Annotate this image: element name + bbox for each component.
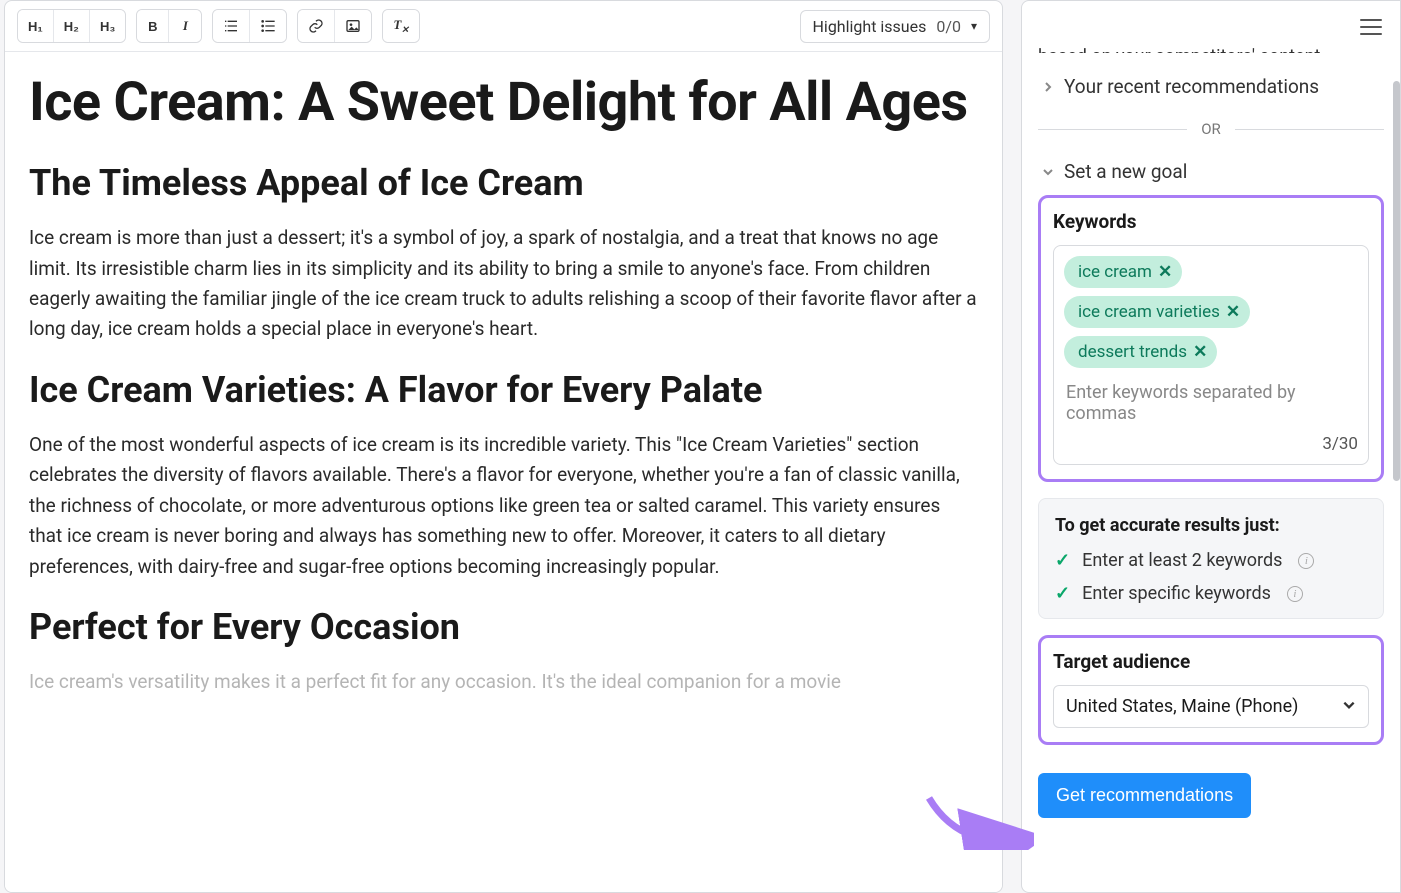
style-group: B I <box>136 9 202 43</box>
clear-format-icon: T✕ <box>393 17 409 36</box>
article-title: Ice Cream: A Sweet Delight for All Ages <box>29 72 978 134</box>
info-icon[interactable]: i <box>1298 553 1314 569</box>
article-p3: Ice cream's versatility makes it a perfe… <box>29 667 978 697</box>
recent-recs-label: Your recent recommendations <box>1064 75 1319 98</box>
editor-content[interactable]: Ice Cream: A Sweet Delight for All Ages … <box>5 52 1002 892</box>
italic-button[interactable]: I <box>169 10 201 42</box>
or-separator: OR <box>1038 120 1384 138</box>
list-group <box>212 9 287 43</box>
keywords-input-box[interactable]: ice cream✕ ice cream varieties✕ dessert … <box>1053 245 1369 465</box>
keywords-counter: 3/30 <box>1064 434 1358 454</box>
clear-group: T✕ <box>382 9 420 43</box>
highlight-count: 0/0 <box>936 17 961 36</box>
chevron-down-icon <box>1342 696 1356 717</box>
get-recommendations-button[interactable]: Get recommendations <box>1038 773 1251 818</box>
audience-title: Target audience <box>1053 650 1369 673</box>
tip-row: ✓ Enter at least 2 keywords i <box>1055 550 1367 571</box>
chip-remove-icon[interactable]: ✕ <box>1226 302 1240 322</box>
keywords-section: Keywords ice cream✕ ice cream varieties✕… <box>1038 195 1384 482</box>
new-goal-label: Set a new goal <box>1064 160 1187 183</box>
chevron-down-icon <box>1042 166 1054 178</box>
h3-button[interactable]: H₃ <box>90 10 125 42</box>
clipped-text: based on your competitors' content. <box>1038 45 1384 53</box>
chip-remove-icon[interactable]: ✕ <box>1158 262 1172 282</box>
image-icon <box>345 18 361 34</box>
heading-group: H₁ H₂ H₃ <box>17 9 126 43</box>
link-icon <box>308 18 324 34</box>
tips-title: To get accurate results just: <box>1055 515 1367 536</box>
sidebar-scrollbar[interactable] <box>1392 75 1400 892</box>
tip-row: ✓ Enter specific keywords i <box>1055 583 1367 604</box>
recent-recommendations-toggle[interactable]: Your recent recommendations <box>1038 63 1384 110</box>
editor-panel: H₁ H₂ H₃ B I <box>4 0 1003 893</box>
ordered-list-button[interactable] <box>213 10 250 42</box>
unordered-list-icon <box>260 18 276 34</box>
keyword-chips: ice cream✕ ice cream varieties✕ dessert … <box>1064 256 1358 368</box>
insert-group <box>297 9 372 43</box>
keyword-chip[interactable]: ice cream✕ <box>1064 256 1182 288</box>
check-icon: ✓ <box>1055 583 1070 604</box>
image-button[interactable] <box>335 10 371 42</box>
link-button[interactable] <box>298 10 335 42</box>
article-p1: Ice cream is more than just a dessert; i… <box>29 223 978 345</box>
keyword-chip[interactable]: dessert trends✕ <box>1064 336 1217 368</box>
fade-overlay <box>5 812 1002 892</box>
article-h2-1: The Timeless Appeal of Ice Cream <box>29 162 978 205</box>
h2-button[interactable]: H₂ <box>54 10 90 42</box>
audience-select[interactable]: United States, Maine (Phone) <box>1053 685 1369 728</box>
tips-box: To get accurate results just: ✓ Enter at… <box>1038 498 1384 619</box>
article-h2-2: Ice Cream Varieties: A Flavor for Every … <box>29 369 978 412</box>
check-icon: ✓ <box>1055 550 1070 571</box>
keyword-chip[interactable]: ice cream varieties✕ <box>1064 296 1250 328</box>
h1-button[interactable]: H₁ <box>18 10 54 42</box>
chevron-right-icon <box>1042 81 1054 93</box>
info-icon[interactable]: i <box>1287 586 1303 602</box>
chip-remove-icon[interactable]: ✕ <box>1193 342 1207 362</box>
bold-button[interactable]: B <box>137 10 169 42</box>
unordered-list-button[interactable] <box>250 10 286 42</box>
editor-toolbar: H₁ H₂ H₃ B I <box>5 1 1002 52</box>
audience-value: United States, Maine (Phone) <box>1066 696 1298 717</box>
sidebar-panel: based on your competitors' content. Your… <box>1021 0 1401 893</box>
keywords-title: Keywords <box>1053 210 1369 233</box>
highlight-issues-select[interactable]: Highlight issues 0/0 ▾ <box>800 10 990 43</box>
chevron-down-icon: ▾ <box>971 19 977 33</box>
keywords-placeholder: Enter keywords separated by commas <box>1064 378 1358 434</box>
ordered-list-icon <box>223 18 239 34</box>
highlight-label: Highlight issues <box>813 17 927 36</box>
target-audience-section: Target audience United States, Maine (Ph… <box>1038 635 1384 745</box>
article-h2-3: Perfect for Every Occasion <box>29 606 978 649</box>
article-p2: One of the most wonderful aspects of ice… <box>29 430 978 582</box>
clear-format-button[interactable]: T✕ <box>383 10 419 42</box>
new-goal-toggle[interactable]: Set a new goal <box>1038 148 1384 195</box>
hamburger-icon[interactable] <box>1360 19 1382 35</box>
